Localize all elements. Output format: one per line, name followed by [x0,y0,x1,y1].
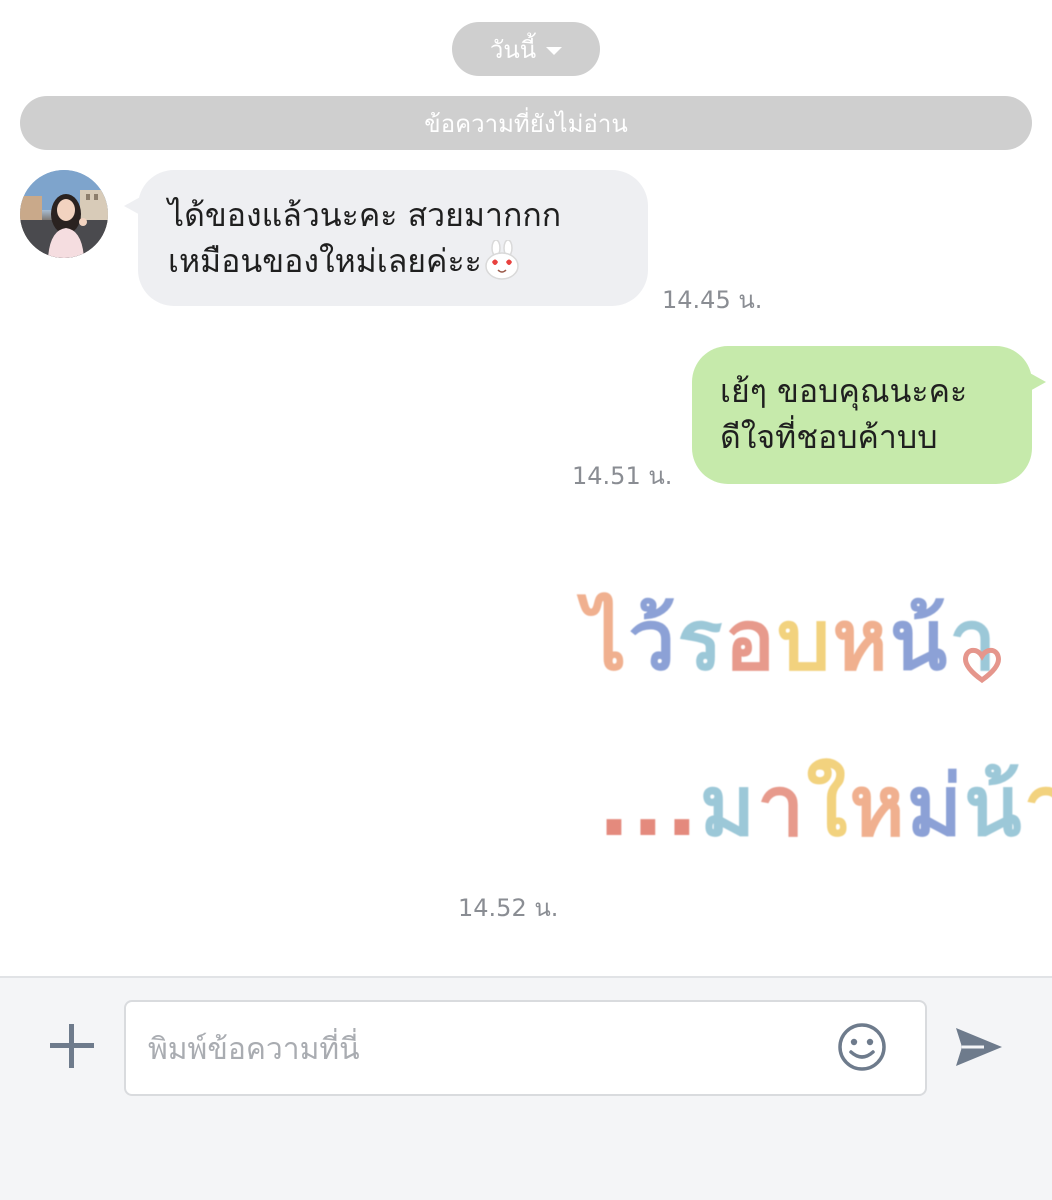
send-icon[interactable] [950,1018,1008,1076]
message-composer [0,976,1052,1200]
sticker-line: ไว้รอบหน้า [584,591,999,689]
unread-label: ข้อความที่ยังไม่อ่าน [424,109,628,138]
smiley-icon[interactable] [835,1020,889,1074]
message-line: เหมือนของใหม่เลยค่ะะ [168,242,482,280]
message-line: เย้ๆ ขอบคุณนะคะ [720,372,968,410]
avatar-photo [20,170,108,258]
sticker-line: ...มาใหม่น้า [598,757,1052,855]
message-time: 14.45 น. [662,286,763,314]
bunny-heart-eyes-emoji-icon [485,240,519,280]
plus-icon[interactable] [44,1018,100,1074]
message-input[interactable] [146,1002,830,1096]
message-line-with-emoji: เหมือนของใหม่เลยค่ะะ [168,238,618,284]
sticker-message[interactable]: ไว้รอบหน้า ...มาใหม่น้า [580,572,1052,855]
heart-icon [963,647,1001,684]
message-time: 14.51 น. [572,462,673,490]
sender-avatar[interactable] [20,170,108,258]
unread-divider: ข้อความที่ยังไม่อ่าน [20,96,1032,150]
chat-area: วันนี้ ข้อความที่ยังไม่อ่าน ได้ของแล้วนะ… [0,0,1052,976]
incoming-message-bubble[interactable]: ได้ของแล้วนะคะ สวยมากกก เหมือนของใหม่เลย… [124,170,648,306]
message-line: ดีใจที่ชอบค้าบบ [720,418,938,456]
message-input-box [124,1000,927,1096]
outgoing-message-bubble[interactable]: เย้ๆ ขอบคุณนะคะ ดีใจที่ชอบค้าบบ [692,346,1046,484]
date-filter-pill[interactable]: วันนี้ [452,22,600,76]
message-line: ได้ของแล้วนะคะ สวยมากกก [168,196,562,234]
message-time: 14.52 น. [458,894,559,922]
date-label: วันนี้ [489,35,537,64]
chevron-down-icon [546,46,563,55]
